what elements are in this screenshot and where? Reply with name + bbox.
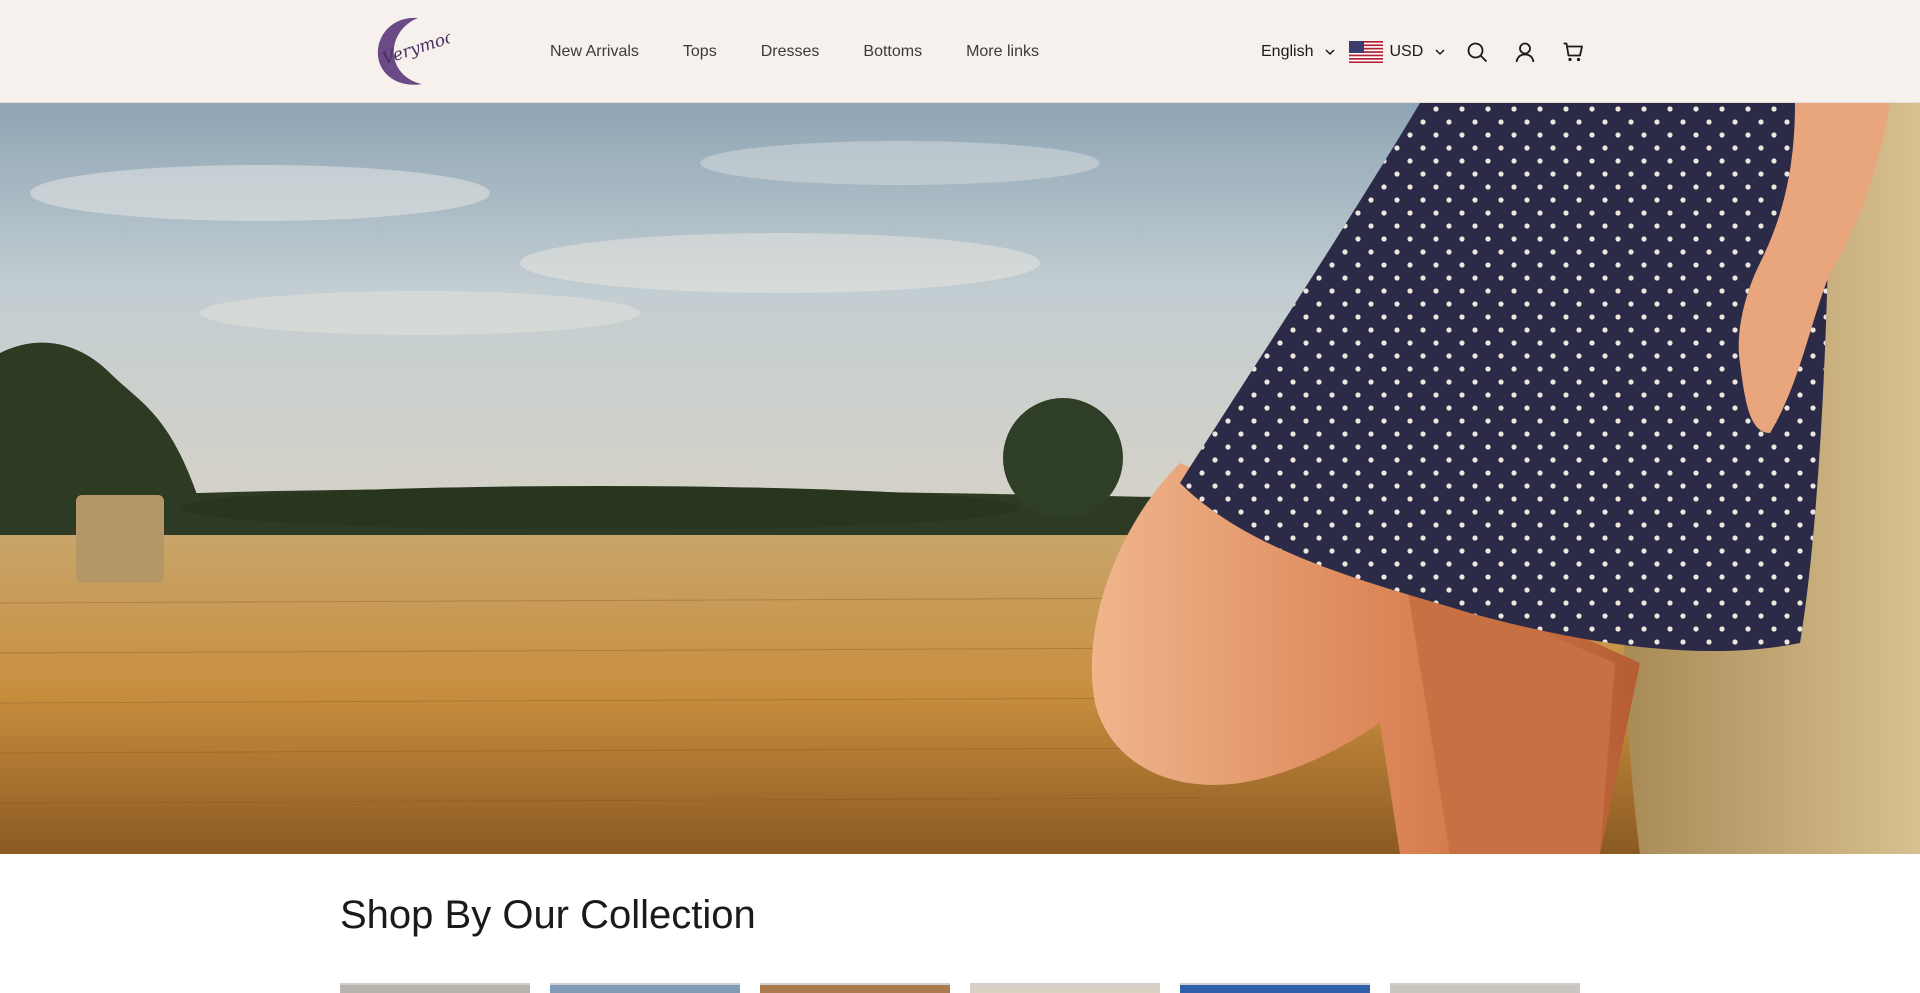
language-selector[interactable]: English (1261, 42, 1336, 61)
logo-mark: Verymoon (377, 17, 468, 85)
brand-logo[interactable]: Verymoon (370, 12, 468, 90)
main-nav: New Arrivals Tops Dresses Bottoms More l… (550, 0, 1039, 103)
us-flag-icon (1349, 40, 1384, 63)
cart-icon (1563, 42, 1584, 61)
nav-tops[interactable]: Tops (683, 43, 717, 61)
cart-button[interactable] (1561, 40, 1585, 64)
chevron-down-icon (1325, 48, 1336, 55)
nav-dresses[interactable]: Dresses (761, 43, 820, 61)
chevron-down-icon (1435, 48, 1445, 55)
account-icon (1515, 42, 1535, 62)
collection-tile[interactable] (340, 983, 530, 993)
nav-bottoms[interactable]: Bottoms (863, 43, 922, 61)
hero-banner (0, 103, 1920, 854)
collection-tile[interactable] (1390, 983, 1580, 993)
search-button[interactable] (1465, 40, 1489, 64)
language-label: English (1261, 42, 1314, 60)
collection-tile[interactable] (970, 983, 1160, 993)
nav-new-arrivals[interactable]: New Arrivals (550, 43, 639, 61)
account-button[interactable] (1513, 40, 1537, 64)
hero-image (0, 103, 1920, 854)
collection-tile[interactable] (1180, 983, 1370, 993)
search-icon (1467, 42, 1488, 62)
header-tools: English USD (1261, 0, 1585, 103)
currency-selector[interactable]: USD (1349, 40, 1445, 63)
collection-tiles (340, 983, 1580, 993)
collection-tile[interactable] (550, 983, 740, 993)
site-header: Verymoon New Arrivals Tops Dresses Botto… (0, 0, 1920, 103)
section-title: Shop By Our Collection (340, 893, 756, 937)
currency-label: USD (1389, 42, 1424, 60)
nav-more-links[interactable]: More links (966, 43, 1039, 61)
collection-tile[interactable] (760, 983, 950, 993)
